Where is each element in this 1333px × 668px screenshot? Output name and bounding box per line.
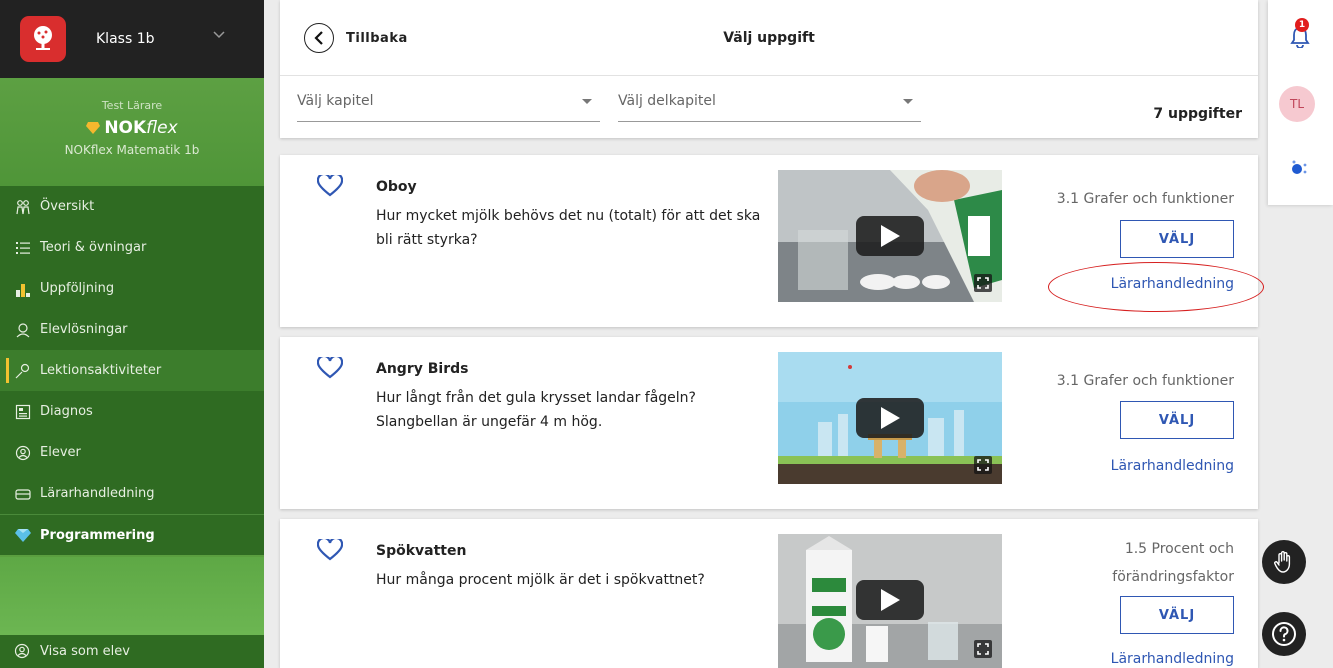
list-icon: [14, 239, 32, 257]
play-button[interactable]: [856, 580, 924, 620]
task-title: Spökvatten: [376, 543, 467, 559]
header-row: Tillbaka Välj uppgift: [280, 0, 1258, 76]
brand-italic: flex: [146, 118, 178, 138]
lesson-activity-icon: [14, 362, 32, 380]
task-count: 7 uppgifter: [1153, 106, 1242, 122]
task-description: Hur långt från det gula krysset landar f…: [376, 390, 696, 430]
subchapter-select[interactable]: Välj delkapitel: [618, 90, 921, 122]
sidebar-item-elevlosningar[interactable]: Elevlösningar: [0, 309, 264, 350]
sidebar-item-oversikt[interactable]: Översikt: [0, 186, 264, 227]
task-title: Angry Birds: [376, 361, 469, 377]
sidebar-item-label: Teori & övningar: [40, 240, 147, 255]
video-thumbnail[interactable]: [778, 352, 1002, 484]
page-title: Välj uppgift: [723, 30, 815, 46]
video-thumbnail[interactable]: [778, 170, 1002, 302]
user-icon: [14, 444, 32, 462]
sidebar-item-lektionsaktiviteter[interactable]: Lektionsaktiviteter: [0, 350, 264, 391]
sidebar-item-uppfoljning[interactable]: Uppföljning: [0, 268, 264, 309]
filter-row: Välj kapitel Välj delkapitel 7 uppgifter: [280, 76, 1258, 138]
sidebar-filler: [0, 557, 264, 635]
view-as-student-button[interactable]: Visa som elev: [0, 635, 264, 668]
student-solutions-icon: [14, 321, 32, 339]
family-icon: [14, 198, 32, 216]
task-title: Oboy: [376, 179, 417, 195]
class-name: Klass 1b: [96, 31, 155, 47]
sidebar-item-label: Elever: [40, 445, 81, 460]
book-name: NOKflex Matematik 1b: [64, 143, 200, 157]
product-brand: NOK flex: [0, 118, 264, 138]
play-icon: [881, 407, 900, 429]
play-icon: [881, 589, 900, 611]
sidebar-item-lararhandledning[interactable]: Lärarhandledning: [0, 473, 264, 514]
task-card: Angry Birds Hur långt från det gula krys…: [280, 337, 1258, 509]
sidebar-item-label: Programmering: [40, 527, 155, 543]
school-logo: [20, 16, 66, 62]
tree-icon: [34, 26, 52, 50]
sidebar-item-elever[interactable]: Elever: [0, 432, 264, 473]
diamond-icon: [14, 526, 32, 544]
chapter-select[interactable]: Välj kapitel: [297, 90, 600, 122]
teacher-guide-link[interactable]: Lärarhandledning: [1111, 651, 1234, 667]
avatar[interactable]: TL: [1279, 86, 1315, 122]
teacher-name: Test Lärare: [101, 99, 163, 112]
video-thumbnail[interactable]: [778, 534, 1002, 668]
dropdown-arrow-icon: [582, 99, 592, 104]
task-category: 3.1 Grafer och funktioner: [1056, 191, 1234, 207]
help-button[interactable]: [1262, 612, 1306, 656]
select-task-button[interactable]: VÄLJ: [1120, 220, 1234, 258]
sidebar-item-programmering[interactable]: Programmering: [0, 514, 264, 555]
gem-icon: [86, 122, 101, 134]
sidebar: Klass 1b Test Lärare NOK flex NOKflex Mat…: [0, 0, 264, 668]
fullscreen-icon[interactable]: [974, 274, 992, 292]
sidebar-item-diagnos[interactable]: Diagnos: [0, 391, 264, 432]
bar-chart-icon: [14, 280, 32, 298]
dropdown-arrow-icon: [903, 99, 913, 104]
chevron-down-icon: [213, 31, 225, 39]
heart-icon[interactable]: [317, 357, 343, 379]
task-description: Hur mycket mjölk behövs det nu (totalt) …: [376, 208, 761, 248]
view-as-student-label: Visa som elev: [40, 644, 130, 659]
task-description: Hur många procent mjölk är det i spökvat…: [376, 572, 705, 588]
task-category-line: 1.5 Procent och: [1124, 541, 1234, 557]
notification-badge: 1: [1295, 18, 1309, 32]
header-card: Tillbaka Välj uppgift Välj kapitel Välj …: [280, 0, 1258, 138]
play-button[interactable]: [856, 216, 924, 256]
task-category: 3.1 Grafer och funktioner: [1056, 373, 1234, 389]
task-category: 1.5 Procent och förändringsfaktor: [1112, 535, 1234, 591]
task-category-line: förändringsfaktor: [1112, 569, 1234, 585]
chapter-select-placeholder: Välj kapitel: [297, 93, 374, 109]
user-block: Test Lärare NOK flex NOKflex Matematik 1b: [0, 78, 264, 186]
sidebar-item-label: Elevlösningar: [40, 322, 128, 337]
sidebar-item-label: Uppföljning: [40, 281, 115, 296]
fullscreen-icon[interactable]: [974, 456, 992, 474]
fullscreen-icon[interactable]: [974, 640, 992, 658]
heart-icon[interactable]: [317, 175, 343, 197]
heart-icon[interactable]: [317, 539, 343, 561]
apps-dots-icon[interactable]: [1290, 159, 1308, 177]
task-card: Oboy Hur mycket mjölk behövs det nu (tot…: [280, 155, 1264, 327]
play-button[interactable]: [856, 398, 924, 438]
task-card: Spökvatten Hur många procent mjölk är de…: [280, 519, 1258, 668]
subchapter-select-placeholder: Välj delkapitel: [618, 93, 716, 109]
sidebar-item-teori[interactable]: Teori & övningar: [0, 227, 264, 268]
diagnosis-icon: [14, 403, 32, 421]
select-task-button[interactable]: VÄLJ: [1120, 596, 1234, 634]
teacher-guide-link[interactable]: Lärarhandledning: [1111, 458, 1234, 474]
class-switcher[interactable]: Klass 1b: [0, 0, 264, 78]
sidebar-item-label: Översikt: [40, 199, 95, 214]
brand-bold: NOK: [104, 118, 147, 138]
annotation-highlight-ellipse: [1048, 262, 1264, 312]
guide-icon: [14, 485, 32, 503]
hand-icon: [1274, 551, 1291, 573]
raise-hand-button[interactable]: [1262, 540, 1306, 584]
select-task-button[interactable]: VÄLJ: [1120, 401, 1234, 439]
sidebar-item-label: Lärarhandledning: [40, 486, 155, 501]
sidebar-item-label: Diagnos: [40, 404, 93, 419]
play-icon: [881, 225, 900, 247]
user-icon: [14, 643, 32, 661]
question-icon: [1272, 622, 1296, 646]
sidebar-nav: Översikt Teori & övningar Uppföljning El…: [0, 186, 264, 555]
sidebar-item-label: Lektionsaktiviteter: [40, 363, 162, 378]
